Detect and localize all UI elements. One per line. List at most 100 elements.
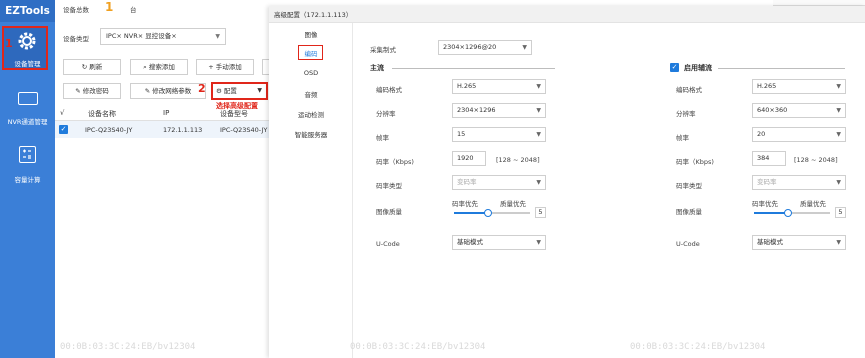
sub-quality-right-label: 质量优先: [800, 200, 826, 208]
tab-smart-server[interactable]: 智能服务器: [269, 129, 353, 139]
refresh-button[interactable]: ↻ 刷新: [63, 59, 121, 75]
sub-quality-label: 图像质量: [676, 208, 702, 216]
sub-ucode-label: U-Code: [676, 240, 700, 248]
sub-codec-select[interactable]: H.265 ▼: [752, 79, 846, 94]
gear-icon: ⚙: [216, 87, 224, 95]
watermark: 00:0B:03:3C:24:EB/bv12304: [350, 342, 486, 352]
section-divider: [392, 68, 555, 69]
chevron-down-icon: ▼: [536, 239, 541, 246]
sub-fps-select[interactable]: 20 ▼: [752, 127, 846, 142]
main-bitrate-input[interactable]: 1920: [452, 151, 486, 166]
row-device-name: IPC-Q23S40-JY: [85, 126, 133, 134]
tab-osd[interactable]: OSD: [269, 69, 353, 77]
chevron-down-icon: ▼: [836, 83, 841, 90]
sub-bitrate-type-label: 码率类型: [676, 182, 702, 190]
sidebar-item-label: 设备管理: [14, 60, 41, 68]
row-model: IPC-Q23S40-JY: [220, 126, 268, 134]
chevron-down-icon: ▼: [536, 83, 541, 90]
sub-quality-slider[interactable]: [784, 209, 792, 217]
tab-image[interactable]: 图像: [269, 29, 353, 39]
main-quality-track: [454, 212, 530, 214]
chevron-down-icon: ▼: [215, 33, 220, 40]
sub-fps-label: 帧率: [676, 134, 689, 142]
capture-standard-label: 采集制式: [370, 46, 396, 54]
app-logo: EZTools: [0, 0, 55, 22]
main-ucode-select[interactable]: 基础模式 ▼: [452, 235, 546, 250]
filter-chip-nvr: NVR×: [123, 32, 144, 40]
sidebar-item-label[interactable]: 容量计算: [0, 174, 55, 184]
main-fps-label: 帧率: [376, 134, 389, 142]
edit-icon: ✎: [75, 87, 83, 95]
main-ucode-label: U-Code: [376, 240, 400, 248]
chevron-down-icon: ▼: [836, 131, 841, 138]
sub-stream-title: 启用辅流: [684, 64, 712, 72]
watermark: 00:0B:03:3C:24:EB/bv12304: [60, 342, 196, 352]
sub-quality-left-label: 码率优先: [752, 200, 778, 208]
chip-remove-icon[interactable]: ×: [116, 32, 121, 40]
calculator-icon[interactable]: [19, 146, 36, 163]
watermark: 00:0B:03:3C:24:EB/bv12304: [630, 342, 766, 352]
dialog-title: 高级配置（172.1.1.113）: [274, 11, 353, 19]
sub-resolution-select[interactable]: 640×360 ▼: [752, 103, 846, 118]
main-quality-slider[interactable]: [484, 209, 492, 217]
chevron-down-icon: ▼: [836, 179, 841, 186]
filter-chip-ipc: IPC×: [106, 32, 122, 40]
chevron-down-icon: ▼: [536, 131, 541, 138]
main-bitrate-label: 码率（Kbps): [376, 158, 414, 166]
modify-password-button[interactable]: ✎ 修改密码: [63, 83, 121, 99]
sub-codec-label: 编码格式: [676, 86, 702, 94]
sub-resolution-label: 分辨率: [676, 110, 696, 118]
gear-icon: [17, 31, 37, 51]
sub-ucode-select[interactable]: 基础模式 ▼: [752, 235, 846, 250]
sub-bitrate-input[interactable]: 384: [752, 151, 786, 166]
main-codec-label: 编码格式: [376, 86, 402, 94]
tab-encoding[interactable]: 编码: [269, 48, 353, 58]
tab-motion-detection[interactable]: 运动检测: [269, 109, 353, 119]
sub-bitrate-type-select[interactable]: 变码率 ▼: [752, 175, 846, 190]
device-type-label: 设备类型: [63, 35, 89, 43]
section-divider: [718, 68, 845, 69]
tab-audio[interactable]: 音频: [269, 89, 353, 99]
column-header-model: 设备型号: [220, 110, 248, 118]
main-resolution-select[interactable]: 2304×1296 ▼: [452, 103, 546, 118]
device-total-label: 设备总数: [63, 6, 89, 14]
sub-quality-value[interactable]: 5: [835, 207, 846, 218]
device-type-filter[interactable]: IPC× NVR× 显控设备× ▼: [100, 28, 226, 45]
main-bitrate-type-select[interactable]: 变码率 ▼: [452, 175, 546, 190]
filter-chip-display: 显控设备×: [145, 32, 177, 40]
step-2-marker: 2: [198, 82, 206, 95]
main-bitrate-type-label: 码率类型: [376, 182, 402, 190]
sub-quality-track: [754, 212, 830, 214]
modify-network-button[interactable]: ✎ 修改网络参数: [130, 83, 206, 99]
manual-add-button[interactable]: + 手动添加: [196, 59, 254, 75]
main-fps-select[interactable]: 15 ▼: [452, 127, 546, 142]
chevron-down-icon: ▼: [836, 107, 841, 114]
nvr-icon[interactable]: [18, 92, 38, 105]
main-stream-title: 主流: [370, 64, 384, 72]
chevron-down-icon: ▼: [536, 179, 541, 186]
main-quality-value[interactable]: 5: [535, 207, 546, 218]
chip-remove-icon[interactable]: ×: [171, 32, 176, 40]
device-count-unit: 台: [130, 6, 137, 14]
search-add-button[interactable]: ⌕ 搜索添加: [130, 59, 188, 75]
main-quality-left-label: 码率优先: [452, 200, 478, 208]
chip-remove-icon[interactable]: ×: [138, 32, 143, 40]
column-header-ip: IP: [163, 109, 170, 117]
main-bitrate-range: [128 ~ 2048]: [496, 156, 540, 164]
config-button[interactable]: ⚙ 配置 ▼: [211, 82, 268, 100]
chevron-down-icon: ▼: [836, 239, 841, 246]
row-checkbox[interactable]: ✓: [59, 125, 68, 134]
step-1-marker: 1: [5, 37, 13, 50]
main-quality-label: 图像质量: [376, 208, 402, 216]
enable-substream-checkbox[interactable]: ✓: [670, 63, 679, 72]
main-codec-select[interactable]: H.265 ▼: [452, 79, 546, 94]
sub-bitrate-range: [128 ~ 2048]: [794, 156, 838, 164]
row-ip: 172.1.1.113: [163, 126, 203, 134]
dialog-nav: 图像 编码 OSD 音频 运动检测 智能服务器: [269, 23, 353, 358]
sub-bitrate-label: 码率（Kbps): [676, 158, 714, 166]
capture-standard-select[interactable]: 2304×1296@20 ▼: [438, 40, 532, 55]
chevron-down-icon: ▼: [257, 87, 262, 94]
sidebar-item-label[interactable]: NVR通道管理: [0, 116, 55, 126]
chevron-down-icon: ▼: [522, 44, 527, 51]
column-header-name: 设备名称: [88, 110, 116, 118]
